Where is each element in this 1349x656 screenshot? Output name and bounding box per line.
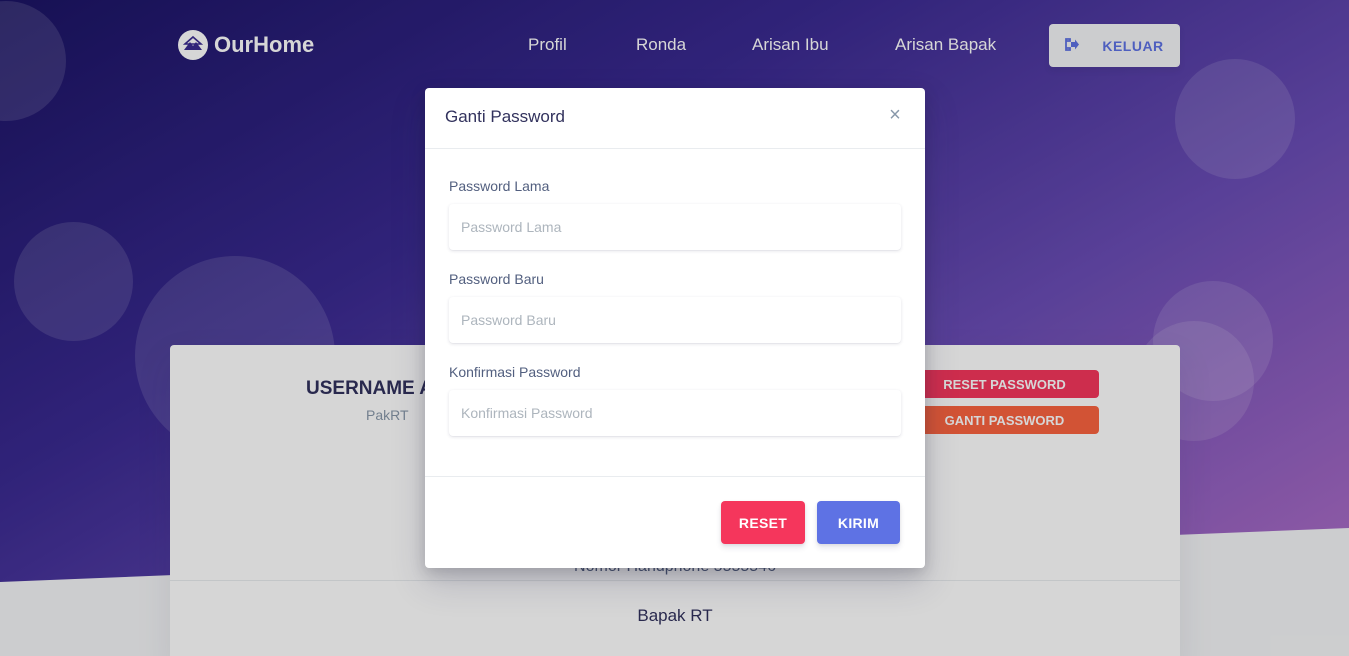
- modal-footer-divider: [425, 476, 925, 477]
- confirm-password-input[interactable]: [449, 390, 901, 436]
- old-password-input[interactable]: [449, 204, 901, 250]
- reset-button[interactable]: RESET: [721, 501, 805, 544]
- new-password-input[interactable]: [449, 297, 901, 343]
- confirm-password-label: Konfirmasi Password: [449, 364, 581, 380]
- page: OurHome Profil Ronda Arisan Ibu Arisan B…: [0, 0, 1349, 656]
- submit-button[interactable]: KIRIM: [817, 501, 900, 544]
- modal-title: Ganti Password: [445, 107, 565, 126]
- change-password-modal: Ganti Password × Password Lama Password …: [425, 88, 925, 568]
- new-password-label: Password Baru: [449, 271, 544, 287]
- close-icon[interactable]: ×: [885, 104, 905, 128]
- modal-header: Ganti Password ×: [425, 88, 925, 149]
- old-password-label: Password Lama: [449, 178, 550, 194]
